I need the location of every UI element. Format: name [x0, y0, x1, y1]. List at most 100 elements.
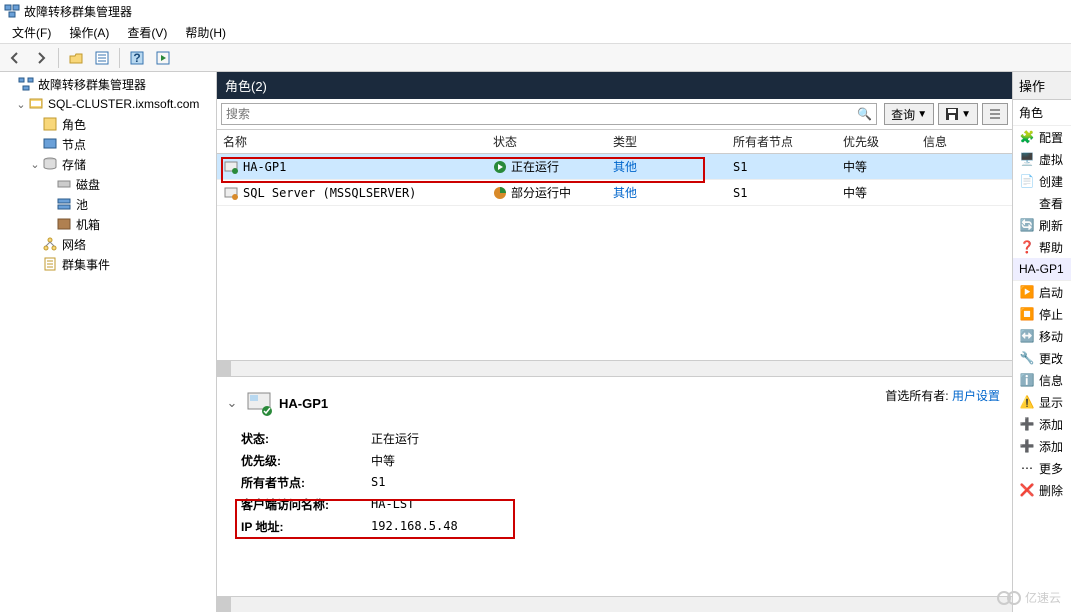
detail-priority: 优先级:中等	[241, 449, 1004, 471]
actions-header: 操作	[1013, 72, 1071, 100]
col-status[interactable]: 状态	[487, 133, 607, 150]
delete-icon: ❌	[1019, 482, 1035, 498]
menu-view[interactable]: 查看(V)	[119, 22, 175, 43]
list-button[interactable]	[982, 103, 1008, 125]
panel-title: 角色(2)	[217, 72, 1012, 99]
action-view[interactable]: 查看	[1013, 192, 1071, 214]
col-info[interactable]: 信息	[917, 133, 1012, 150]
folder-up-button[interactable]	[65, 47, 87, 69]
detail-pane: ⌄ HA-GP1 首选所有者: 用户设置 状态:正在运行 优先级:中等 所有者节…	[217, 376, 1012, 596]
table-row[interactable]: HA-GP1 正在运行 其他 S1 中等	[217, 154, 1012, 180]
tree-storage[interactable]: ⌄ 存储	[0, 154, 216, 174]
menu-file[interactable]: 文件(F)	[4, 22, 59, 43]
menu-help[interactable]: 帮助(H)	[177, 22, 234, 43]
tree-nodes[interactable]: 节点	[0, 134, 216, 154]
action-change[interactable]: 🔧更改	[1013, 347, 1071, 369]
more-icon: ⋯	[1019, 460, 1035, 476]
search-bar: 🔍 查询▼ ▼	[217, 99, 1012, 130]
action-create[interactable]: 📄创建	[1013, 170, 1071, 192]
tree-label: 节点	[62, 136, 86, 153]
preferred-owner: 首选所有者: 用户设置	[885, 387, 1000, 404]
add-icon: ➕	[1019, 416, 1035, 432]
horizontal-scrollbar[interactable]	[217, 360, 1012, 376]
cluster-manager-icon	[18, 76, 34, 92]
tree-disks[interactable]: 磁盘	[0, 174, 216, 194]
disk-icon	[56, 176, 72, 192]
role-detail-icon	[245, 389, 273, 417]
tree-label: 机箱	[76, 216, 100, 233]
list-icon	[989, 108, 1001, 120]
action-refresh[interactable]: 🔄刷新	[1013, 214, 1071, 236]
action-help[interactable]: ❓帮助	[1013, 236, 1071, 258]
run-button[interactable]	[152, 47, 174, 69]
storage-icon	[42, 156, 58, 172]
help-button[interactable]: ?	[126, 47, 148, 69]
cell-status: 正在运行	[487, 158, 607, 175]
status-running-icon	[493, 160, 507, 174]
expander-icon[interactable]: ⌄	[14, 98, 28, 111]
menu-action[interactable]: 操作(A)	[61, 22, 117, 43]
col-type[interactable]: 类型	[607, 133, 727, 150]
action-add-resource[interactable]: ➕添加	[1013, 413, 1071, 435]
col-owner[interactable]: 所有者节点	[727, 133, 837, 150]
tree-label: 网络	[62, 236, 86, 253]
detail-title: HA-GP1	[279, 396, 328, 411]
middle-column: 角色(2) 🔍 查询▼ ▼ 名称 状态 类型 所有者节点 优先级 信息 HA-G…	[217, 72, 1013, 612]
enclosure-icon	[56, 216, 72, 232]
tree-root[interactable]: 故障转移群集管理器	[0, 74, 216, 94]
action-start[interactable]: ▶️启动	[1013, 281, 1071, 303]
cell-priority: 中等	[837, 184, 917, 201]
query-button[interactable]: 查询▼	[884, 103, 934, 125]
cell-type[interactable]: 其他	[607, 158, 727, 175]
cell-name: SQL Server (MSSQLSERVER)	[217, 185, 487, 201]
preferred-owner-link[interactable]: 用户设置	[952, 389, 1000, 403]
expander-icon[interactable]: ⌄	[28, 158, 42, 171]
col-name[interactable]: 名称	[217, 133, 487, 150]
navigation-tree: 故障转移群集管理器 ⌄ SQL-CLUSTER.ixmsoft.com 角色 节…	[0, 72, 217, 612]
col-priority[interactable]: 优先级	[837, 133, 917, 150]
search-input[interactable]	[221, 103, 877, 125]
nav-forward-button[interactable]	[30, 47, 52, 69]
detail-ip: IP 地址:192.168.5.48	[241, 515, 1004, 537]
save-icon	[945, 107, 959, 121]
collapse-icon[interactable]: ⌄	[225, 395, 239, 411]
nav-back-button[interactable]	[4, 47, 26, 69]
search-icon[interactable]: 🔍	[857, 107, 872, 121]
actions-section-roles: 角色	[1013, 100, 1071, 126]
events-icon	[42, 256, 58, 272]
tree-events[interactable]: 群集事件	[0, 254, 216, 274]
table-row[interactable]: SQL Server (MSSQLSERVER) 部分运行中 其他 S1 中等	[217, 180, 1012, 206]
action-more[interactable]: ⋯更多	[1013, 457, 1071, 479]
vm-icon: 🖥️	[1019, 151, 1035, 167]
add-storage-icon: ➕	[1019, 438, 1035, 454]
move-icon: ↔️	[1019, 328, 1035, 344]
action-add-storage[interactable]: ➕添加	[1013, 435, 1071, 457]
horizontal-scrollbar-2[interactable]	[217, 596, 1012, 612]
save-button[interactable]: ▼	[938, 103, 978, 125]
tree-enclosures[interactable]: 机箱	[0, 214, 216, 234]
tree-networks[interactable]: 网络	[0, 234, 216, 254]
tree-label: 群集事件	[62, 256, 110, 273]
action-configure[interactable]: 🧩配置	[1013, 126, 1071, 148]
tree-roles[interactable]: 角色	[0, 114, 216, 134]
cell-priority: 中等	[837, 158, 917, 175]
start-icon: ▶️	[1019, 284, 1035, 300]
tree-pools[interactable]: 池	[0, 194, 216, 214]
action-move[interactable]: ↔️移动	[1013, 325, 1071, 347]
action-vm[interactable]: 🖥️虚拟	[1013, 148, 1071, 170]
action-stop[interactable]: ⏹️停止	[1013, 303, 1071, 325]
watermark: 亿速云	[997, 589, 1061, 606]
action-info[interactable]: ℹ️信息	[1013, 369, 1071, 391]
main-layout: 故障转移群集管理器 ⌄ SQL-CLUSTER.ixmsoft.com 角色 节…	[0, 72, 1071, 612]
action-critical[interactable]: ⚠️显示	[1013, 391, 1071, 413]
action-delete[interactable]: ❌删除	[1013, 479, 1071, 501]
tree-cluster[interactable]: ⌄ SQL-CLUSTER.ixmsoft.com	[0, 94, 216, 114]
status-partial-icon	[493, 186, 507, 200]
pool-icon	[56, 196, 72, 212]
properties-button[interactable]	[91, 47, 113, 69]
cell-type[interactable]: 其他	[607, 184, 727, 201]
tree-label: 存储	[62, 156, 86, 173]
view-icon	[1019, 195, 1035, 211]
window-title: 故障转移群集管理器	[24, 3, 132, 20]
cluster-icon	[28, 96, 44, 112]
